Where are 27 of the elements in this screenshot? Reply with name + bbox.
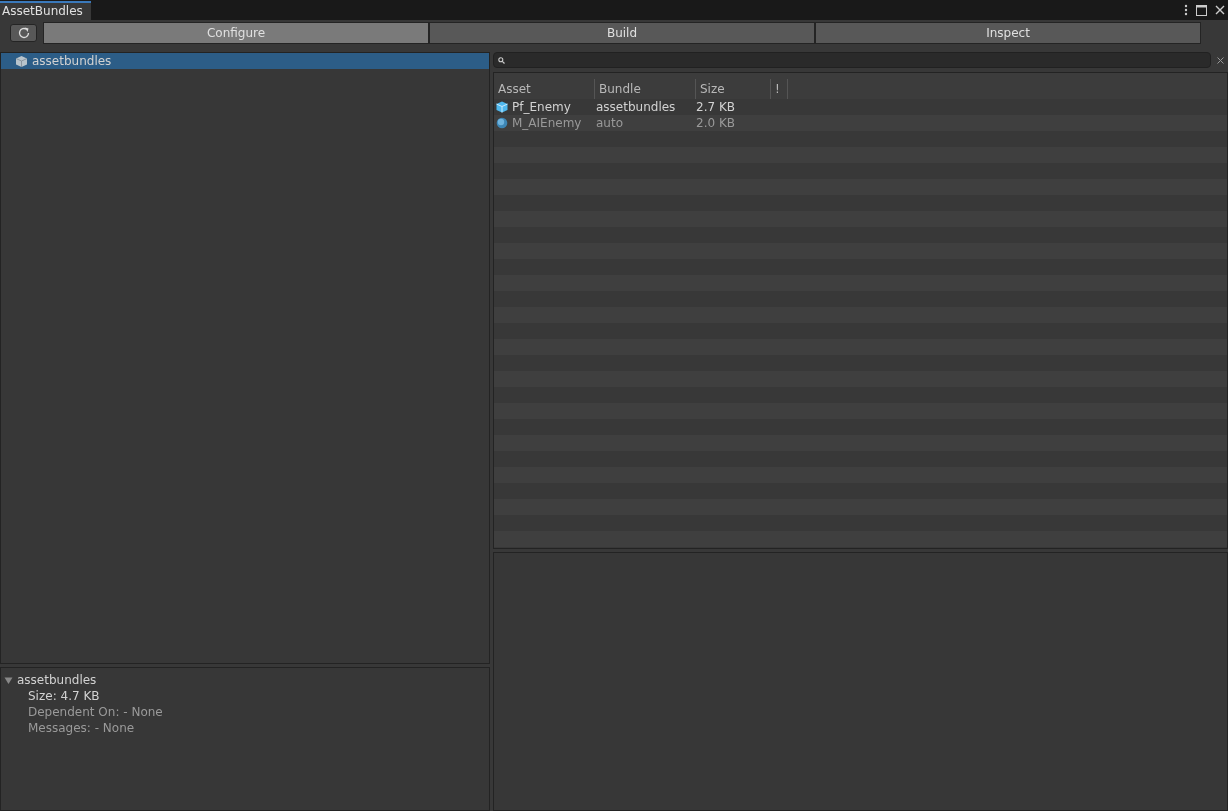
refresh-icon[interactable] (16, 26, 31, 40)
sphere-icon (496, 117, 508, 129)
search-icon (498, 56, 505, 64)
more-options-icon[interactable] (1184, 4, 1188, 16)
size-cell-text: 2.0 KB (695, 115, 736, 131)
bundle-cell-text: assetbundles (595, 99, 677, 115)
refresh-button[interactable] (10, 24, 37, 42)
cube-icon (496, 101, 508, 113)
mode-tab[interactable]: Configure (43, 22, 429, 44)
mode-tab[interactable]: Inspect (815, 22, 1201, 44)
size-cell-text: 2.7 KB (695, 99, 736, 115)
close-icon[interactable] (1215, 5, 1225, 15)
asset-name-cell[interactable]: M_AIEnemy (494, 115, 592, 131)
bundle-details-title: assetbundles (17, 673, 97, 687)
asset-name-cell[interactable]: Pf_Enemy (494, 99, 592, 115)
foldout-arrow-icon[interactable] (4, 675, 13, 685)
mode-tab[interactable]: Build (429, 22, 815, 44)
clear-search-icon[interactable] (1217, 56, 1224, 64)
bundle-tree-item[interactable]: assetbundles (1, 53, 489, 69)
detail-line: Messages: - None (27, 720, 136, 736)
maximize-icon[interactable] (1196, 4, 1207, 16)
detail-line: Dependent On: - None (27, 704, 164, 720)
search-field[interactable] (493, 52, 1211, 68)
detail-line: Size: 4.7 KB (27, 688, 101, 704)
bundle-cell-text: auto (595, 115, 624, 131)
window-tab[interactable]: AssetBundles (0, 1, 91, 20)
box-icon (15, 54, 28, 68)
